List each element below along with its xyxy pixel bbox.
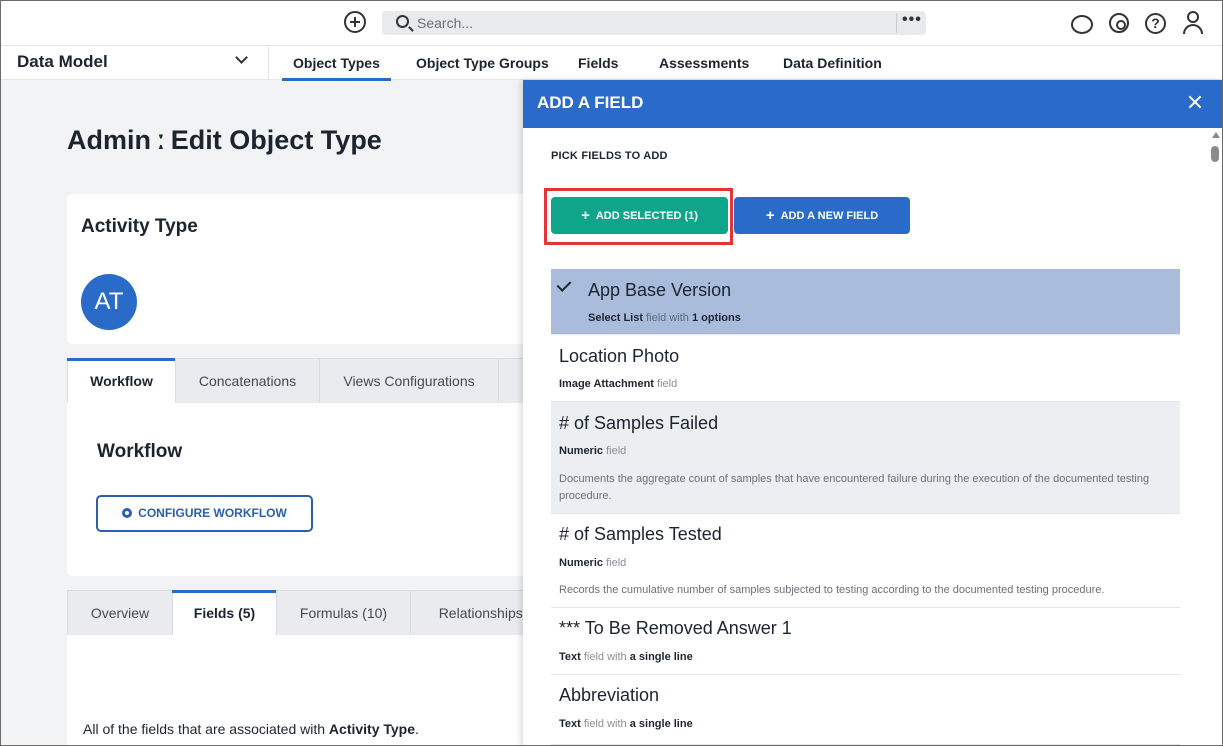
nav-bar: Data Model Object Types Object Type Grou…	[1, 45, 1222, 81]
scroll-up-arrow-icon[interactable]	[1212, 132, 1220, 138]
field-description: Records the cumulative number of samples…	[559, 584, 1105, 596]
tab-formulas[interactable]: Formulas (10)	[276, 590, 411, 636]
field-meta-mid: field with	[580, 718, 630, 730]
field-type: Text	[559, 651, 581, 663]
drawer-title: ADD A FIELD	[537, 93, 644, 112]
drawer-scrollbar[interactable]	[1210, 132, 1220, 745]
tab-overview[interactable]: Overview	[67, 590, 173, 636]
list-item[interactable]: *** To Be Removed Answer 1 Text field wi…	[551, 608, 1180, 675]
tab-assessments[interactable]: Assessments	[659, 55, 749, 71]
object-name: Activity Type	[81, 216, 198, 237]
help-icon[interactable]: ?	[1145, 12, 1166, 34]
more-options-icon[interactable]: •••	[902, 11, 922, 29]
check-icon	[556, 277, 572, 292]
tab-fields[interactable]: Fields	[578, 55, 618, 71]
add-selected-button[interactable]: + ADD SELECTED (1)	[551, 197, 728, 234]
field-meta-mid: field	[603, 445, 627, 457]
app-window: Search... ••• ? Data Model Object Types …	[0, 0, 1223, 746]
field-name: App Base Version	[588, 280, 732, 300]
list-item[interactable]: App Base Version Select List field with …	[551, 269, 1180, 335]
field-name: Location Photo	[559, 346, 680, 366]
field-meta: Image Attachment field	[559, 378, 677, 390]
plus-icon: +	[581, 207, 590, 224]
detail-tabs: Overview Fields (5) Formulas (10) Relati…	[67, 590, 560, 636]
search-bar[interactable]: Search... •••	[382, 11, 926, 35]
tab-object-type-groups[interactable]: Object Type Groups	[416, 55, 549, 71]
object-card: Activity Type AT	[67, 194, 547, 344]
add-circle-icon[interactable]	[344, 11, 366, 33]
scrollbar-thumb[interactable]	[1211, 146, 1219, 162]
close-icon[interactable]	[1184, 90, 1208, 114]
search-divider	[896, 13, 897, 33]
chat-icon[interactable]	[1071, 14, 1093, 34]
workflow-card: Workflow CONFIGURE WORKFLOW	[67, 403, 547, 576]
plus-icon: +	[765, 207, 775, 224]
field-name: # of Samples Failed	[559, 413, 719, 433]
pick-fields-label: PICK FIELDS TO ADD	[551, 150, 668, 162]
configure-workflow-label: CONFIGURE WORKFLOW	[138, 506, 287, 520]
field-meta: Text field with a single line	[559, 718, 693, 730]
fields-desc-object: Activity Type	[328, 721, 416, 737]
list-item[interactable]: # of Samples Failed Numeric field Docume…	[551, 402, 1180, 514]
field-name: # of Samples Tested	[559, 524, 722, 544]
fields-desc-suffix: .	[415, 721, 419, 737]
page-title: Admin ː Edit Object Type	[67, 125, 382, 155]
field-meta-mid: field with	[643, 312, 692, 324]
tab-views-configurations[interactable]: Views Configurations	[319, 358, 499, 404]
field-meta-mid: field with	[580, 651, 630, 663]
list-item[interactable]: Location Photo Image Attachment field	[551, 335, 1180, 402]
list-item[interactable]: Abbreviation Text field with a single li…	[551, 675, 1180, 745]
configure-workflow-button[interactable]: CONFIGURE WORKFLOW	[96, 495, 313, 532]
chevron-down-icon	[235, 51, 248, 64]
data-model-select[interactable]: Data Model	[1, 46, 269, 80]
tab-data-definition[interactable]: Data Definition	[783, 55, 882, 71]
field-meta: Text field with a single line	[559, 651, 693, 663]
field-name: *** To Be Removed Answer 1	[559, 618, 792, 638]
field-meta-mid: field	[603, 557, 627, 569]
search-icon	[396, 15, 409, 28]
field-type: Numeric	[559, 557, 604, 569]
field-type: Image Attachment	[559, 378, 654, 390]
field-type: Text	[559, 718, 581, 730]
fields-description: All of the fields that are associated wi…	[83, 721, 419, 737]
gear-icon	[122, 508, 133, 518]
field-meta: Numeric field	[559, 445, 626, 457]
field-meta: Select List field with 1 options	[588, 312, 741, 324]
field-meta-extra: 1 options	[691, 312, 741, 324]
user-icon[interactable]	[1182, 11, 1204, 35]
field-meta: Numeric field	[559, 557, 626, 569]
tab-fields-count[interactable]: Fields (5)	[172, 590, 277, 636]
workflow-title: Workflow	[97, 441, 183, 462]
list-item[interactable]: # of Samples Tested Numeric field Record…	[551, 514, 1180, 608]
top-bar: Search... ••• ?	[1, 1, 1222, 45]
data-model-label: Data Model	[17, 52, 108, 71]
add-field-drawer: ADD A FIELD PICK FIELDS TO ADD + ADD SELE…	[523, 80, 1222, 745]
tab-workflow[interactable]: Workflow	[67, 358, 176, 404]
add-selected-label: ADD SELECTED (1)	[595, 210, 698, 222]
field-description: Documents the aggregate count of samples…	[559, 473, 1150, 502]
field-meta-mid: field	[653, 378, 678, 390]
field-type: Select List	[588, 312, 644, 324]
search-input[interactable]: Search...	[417, 15, 473, 31]
avatar: AT	[81, 274, 137, 330]
add-new-field-button[interactable]: + ADD A NEW FIELD	[734, 197, 910, 234]
field-type: Numeric	[559, 445, 604, 457]
field-meta-extra: a single line	[629, 651, 693, 663]
top-icons: ?	[1071, 11, 1204, 35]
field-meta-extra: a single line	[629, 718, 693, 730]
tab-concatenations[interactable]: Concatenations	[175, 358, 320, 404]
tab-object-types[interactable]: Object Types	[282, 55, 391, 81]
add-new-field-label: ADD A NEW FIELD	[780, 210, 879, 222]
fields-card: All of the fields that are associated wi…	[67, 635, 547, 745]
config-tabs: Workflow Concatenations Views Configurat…	[67, 358, 558, 404]
field-name: Abbreviation	[559, 685, 660, 705]
gear-icon[interactable]	[1109, 13, 1129, 33]
fields-desc-prefix: All of the fields that are associated wi…	[83, 721, 329, 737]
drawer-header: ADD A FIELD	[523, 80, 1222, 128]
